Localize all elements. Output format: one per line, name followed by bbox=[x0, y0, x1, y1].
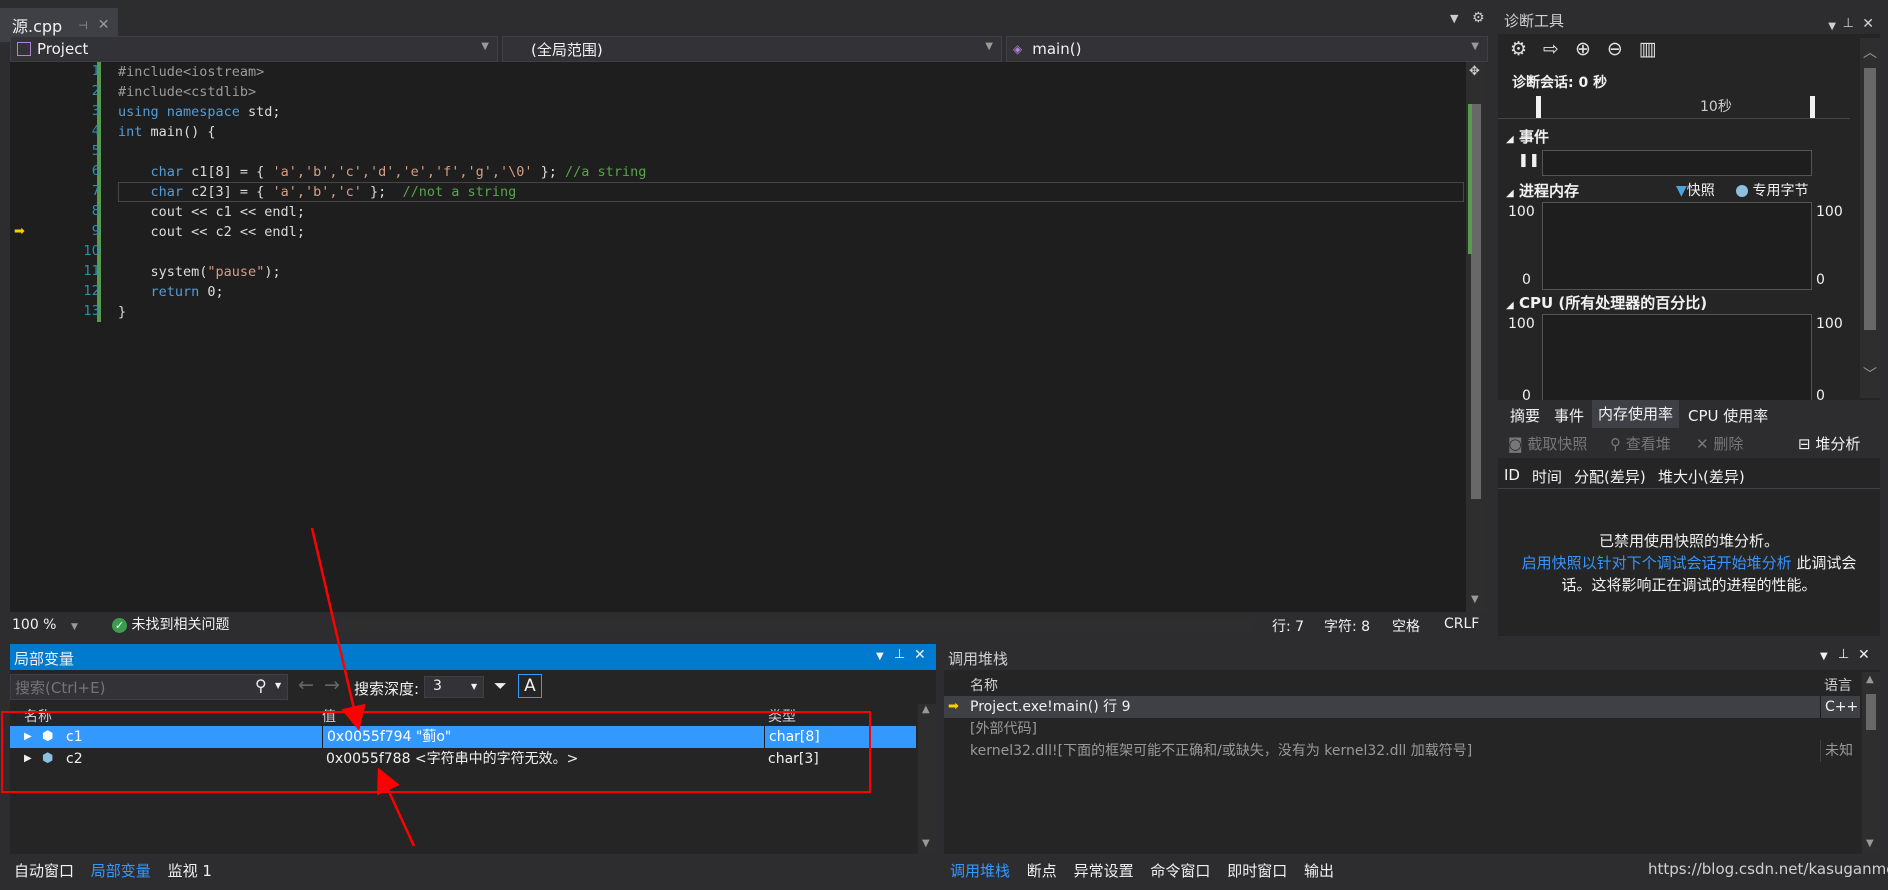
annotation-highlight-box bbox=[1, 711, 871, 793]
annotation-arrow-up bbox=[376, 767, 416, 847]
annotation-arrow-down bbox=[310, 527, 366, 731]
annotation-overlay bbox=[1, 527, 871, 847]
